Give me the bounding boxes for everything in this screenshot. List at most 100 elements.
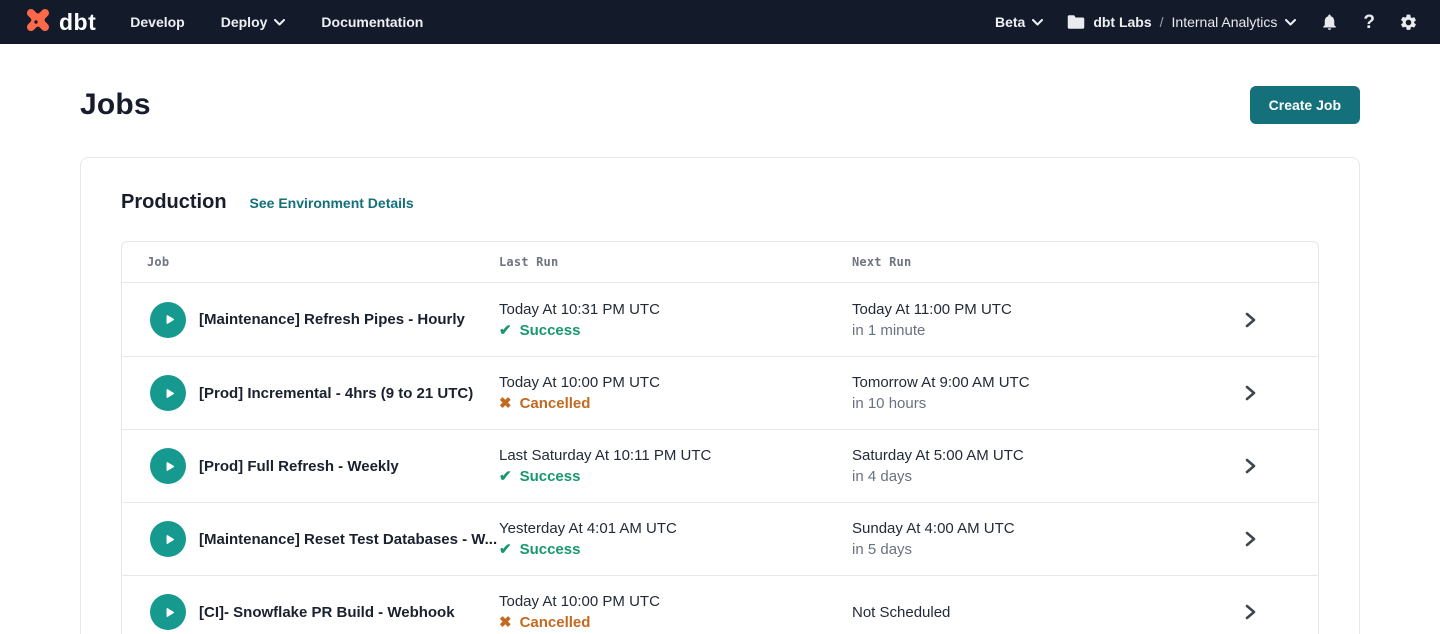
status-icon: ✔ <box>499 323 512 338</box>
next-run-cell: Not Scheduled <box>852 604 1182 621</box>
environment-name: Production <box>121 191 227 214</box>
next-run-cell: Today At 11:00 PM UTC in 1 minute <box>852 301 1182 339</box>
status-label: Cancelled <box>520 395 591 412</box>
top-nav: dbt Develop Deploy Documentation Beta db… <box>0 0 1440 44</box>
column-header-last-run: Last Run <box>499 255 852 269</box>
chevron-right-icon <box>1245 604 1256 620</box>
project-name: Internal Analytics <box>1172 14 1278 30</box>
job-cell: [Maintenance] Refresh Pipes - Hourly <box>122 302 499 338</box>
next-run-time: Saturday At 5:00 AM UTC <box>852 447 1182 464</box>
column-header-next-run: Next Run <box>852 255 1182 269</box>
last-run-status: ✔ Success <box>499 322 852 339</box>
last-run-status: ✔ Success <box>499 468 852 485</box>
chevron-right-icon <box>1245 458 1256 474</box>
run-job-button[interactable] <box>150 594 186 630</box>
jobs-table: Job Last Run Next Run [Maintenance] Refr… <box>121 241 1319 634</box>
jobs-table-body: [Maintenance] Refresh Pipes - Hourly Tod… <box>122 283 1318 634</box>
last-run-time: Today At 10:00 PM UTC <box>499 374 852 391</box>
next-run-time: Sunday At 4:00 AM UTC <box>852 520 1182 537</box>
page-title: Jobs <box>80 88 151 122</box>
play-icon <box>162 312 177 327</box>
row-open-button[interactable] <box>1182 604 1318 620</box>
next-run-time: Tomorrow At 9:00 AM UTC <box>852 374 1182 391</box>
next-run-cell: Saturday At 5:00 AM UTC in 4 days <box>852 447 1182 485</box>
column-header-job: Job <box>122 255 499 269</box>
job-cell: [CI]- Snowflake PR Build - Webhook <box>122 594 499 630</box>
chevron-down-icon <box>1032 19 1043 26</box>
row-open-button[interactable] <box>1182 312 1318 328</box>
run-job-button[interactable] <box>150 521 186 557</box>
jobs-table-header: Job Last Run Next Run <box>122 242 1318 283</box>
play-icon <box>162 605 177 620</box>
page-header: Jobs Create Job <box>80 86 1360 124</box>
table-row[interactable]: [Prod] Incremental - 4hrs (9 to 21 UTC) … <box>122 356 1318 429</box>
status-icon: ✔ <box>499 469 512 484</box>
table-row[interactable]: [Maintenance] Refresh Pipes - Hourly Tod… <box>122 283 1318 356</box>
run-job-button[interactable] <box>150 448 186 484</box>
environment-card-header: Production See Environment Details <box>121 191 1319 214</box>
last-run-status: ✖ Cancelled <box>499 395 852 412</box>
help-button[interactable]: ? <box>1363 13 1375 32</box>
last-run-cell: Last Saturday At 10:11 PM UTC ✔ Success <box>499 447 852 485</box>
last-run-status: ✔ Success <box>499 541 852 558</box>
next-run-cell: Sunday At 4:00 AM UTC in 5 days <box>852 520 1182 558</box>
table-row[interactable]: [Maintenance] Reset Test Databases - W..… <box>122 502 1318 575</box>
status-label: Success <box>520 541 581 558</box>
next-run-relative: in 10 hours <box>852 395 1182 412</box>
brand-wordmark: dbt <box>59 11 96 34</box>
dbt-logo[interactable]: dbt <box>20 6 96 38</box>
row-open-button[interactable] <box>1182 531 1318 547</box>
folder-icon <box>1067 14 1085 30</box>
chevron-right-icon <box>1245 312 1256 328</box>
next-run-relative: in 5 days <box>852 541 1182 558</box>
see-environment-details-link[interactable]: See Environment Details <box>250 195 414 211</box>
job-cell: [Prod] Incremental - 4hrs (9 to 21 UTC) <box>122 375 499 411</box>
job-name: [Maintenance] Reset Test Databases - W..… <box>199 531 497 548</box>
play-icon <box>162 386 177 401</box>
last-run-time: Last Saturday At 10:11 PM UTC <box>499 447 852 464</box>
environment-card: Production See Environment Details Job L… <box>80 157 1360 634</box>
create-job-button[interactable]: Create Job <box>1250 86 1360 124</box>
dbt-logo-icon <box>20 6 52 38</box>
table-row[interactable]: [Prod] Full Refresh - Weekly Last Saturd… <box>122 429 1318 502</box>
notifications-button[interactable] <box>1320 12 1339 32</box>
row-open-button[interactable] <box>1182 385 1318 401</box>
job-cell: [Prod] Full Refresh - Weekly <box>122 448 499 484</box>
status-icon: ✖ <box>499 615 512 630</box>
nav-item-deploy[interactable]: Deploy <box>221 14 286 30</box>
row-open-button[interactable] <box>1182 458 1318 474</box>
gear-icon <box>1399 13 1418 32</box>
last-run-time: Yesterday At 4:01 AM UTC <box>499 520 852 537</box>
status-label: Success <box>520 468 581 485</box>
status-icon: ✔ <box>499 542 512 557</box>
last-run-cell: Today At 10:00 PM UTC ✖ Cancelled <box>499 593 852 631</box>
main-content: Jobs Create Job Production See Environme… <box>0 86 1440 634</box>
chevron-down-icon <box>1285 19 1296 26</box>
last-run-cell: Today At 10:00 PM UTC ✖ Cancelled <box>499 374 852 412</box>
nav-right-cluster: Beta dbt Labs / Internal Analytics ? <box>995 12 1418 32</box>
last-run-status: ✖ Cancelled <box>499 614 852 631</box>
primary-nav: Develop Deploy Documentation <box>130 14 423 30</box>
nav-item-documentation[interactable]: Documentation <box>321 14 423 30</box>
status-label: Success <box>520 322 581 339</box>
next-run-relative: in 4 days <box>852 468 1182 485</box>
chevron-right-icon <box>1245 385 1256 401</box>
next-run-time: Not Scheduled <box>852 604 1182 621</box>
run-job-button[interactable] <box>150 375 186 411</box>
job-name: [Maintenance] Refresh Pipes - Hourly <box>199 311 465 328</box>
nav-item-develop[interactable]: Develop <box>130 14 184 30</box>
play-icon <box>162 459 177 474</box>
job-name: [Prod] Incremental - 4hrs (9 to 21 UTC) <box>199 385 473 402</box>
bell-icon <box>1320 12 1339 32</box>
nav-item-deploy-label: Deploy <box>221 14 268 30</box>
settings-button[interactable] <box>1399 13 1418 32</box>
last-run-time: Today At 10:31 PM UTC <box>499 301 852 318</box>
last-run-time: Today At 10:00 PM UTC <box>499 593 852 610</box>
table-row[interactable]: [CI]- Snowflake PR Build - Webhook Today… <box>122 575 1318 634</box>
beta-selector[interactable]: Beta <box>995 14 1043 30</box>
status-icon: ✖ <box>499 396 512 411</box>
breadcrumb-separator: / <box>1160 14 1164 30</box>
run-job-button[interactable] <box>150 302 186 338</box>
project-breadcrumb[interactable]: dbt Labs / Internal Analytics <box>1067 14 1296 30</box>
job-name: [Prod] Full Refresh - Weekly <box>199 458 399 475</box>
